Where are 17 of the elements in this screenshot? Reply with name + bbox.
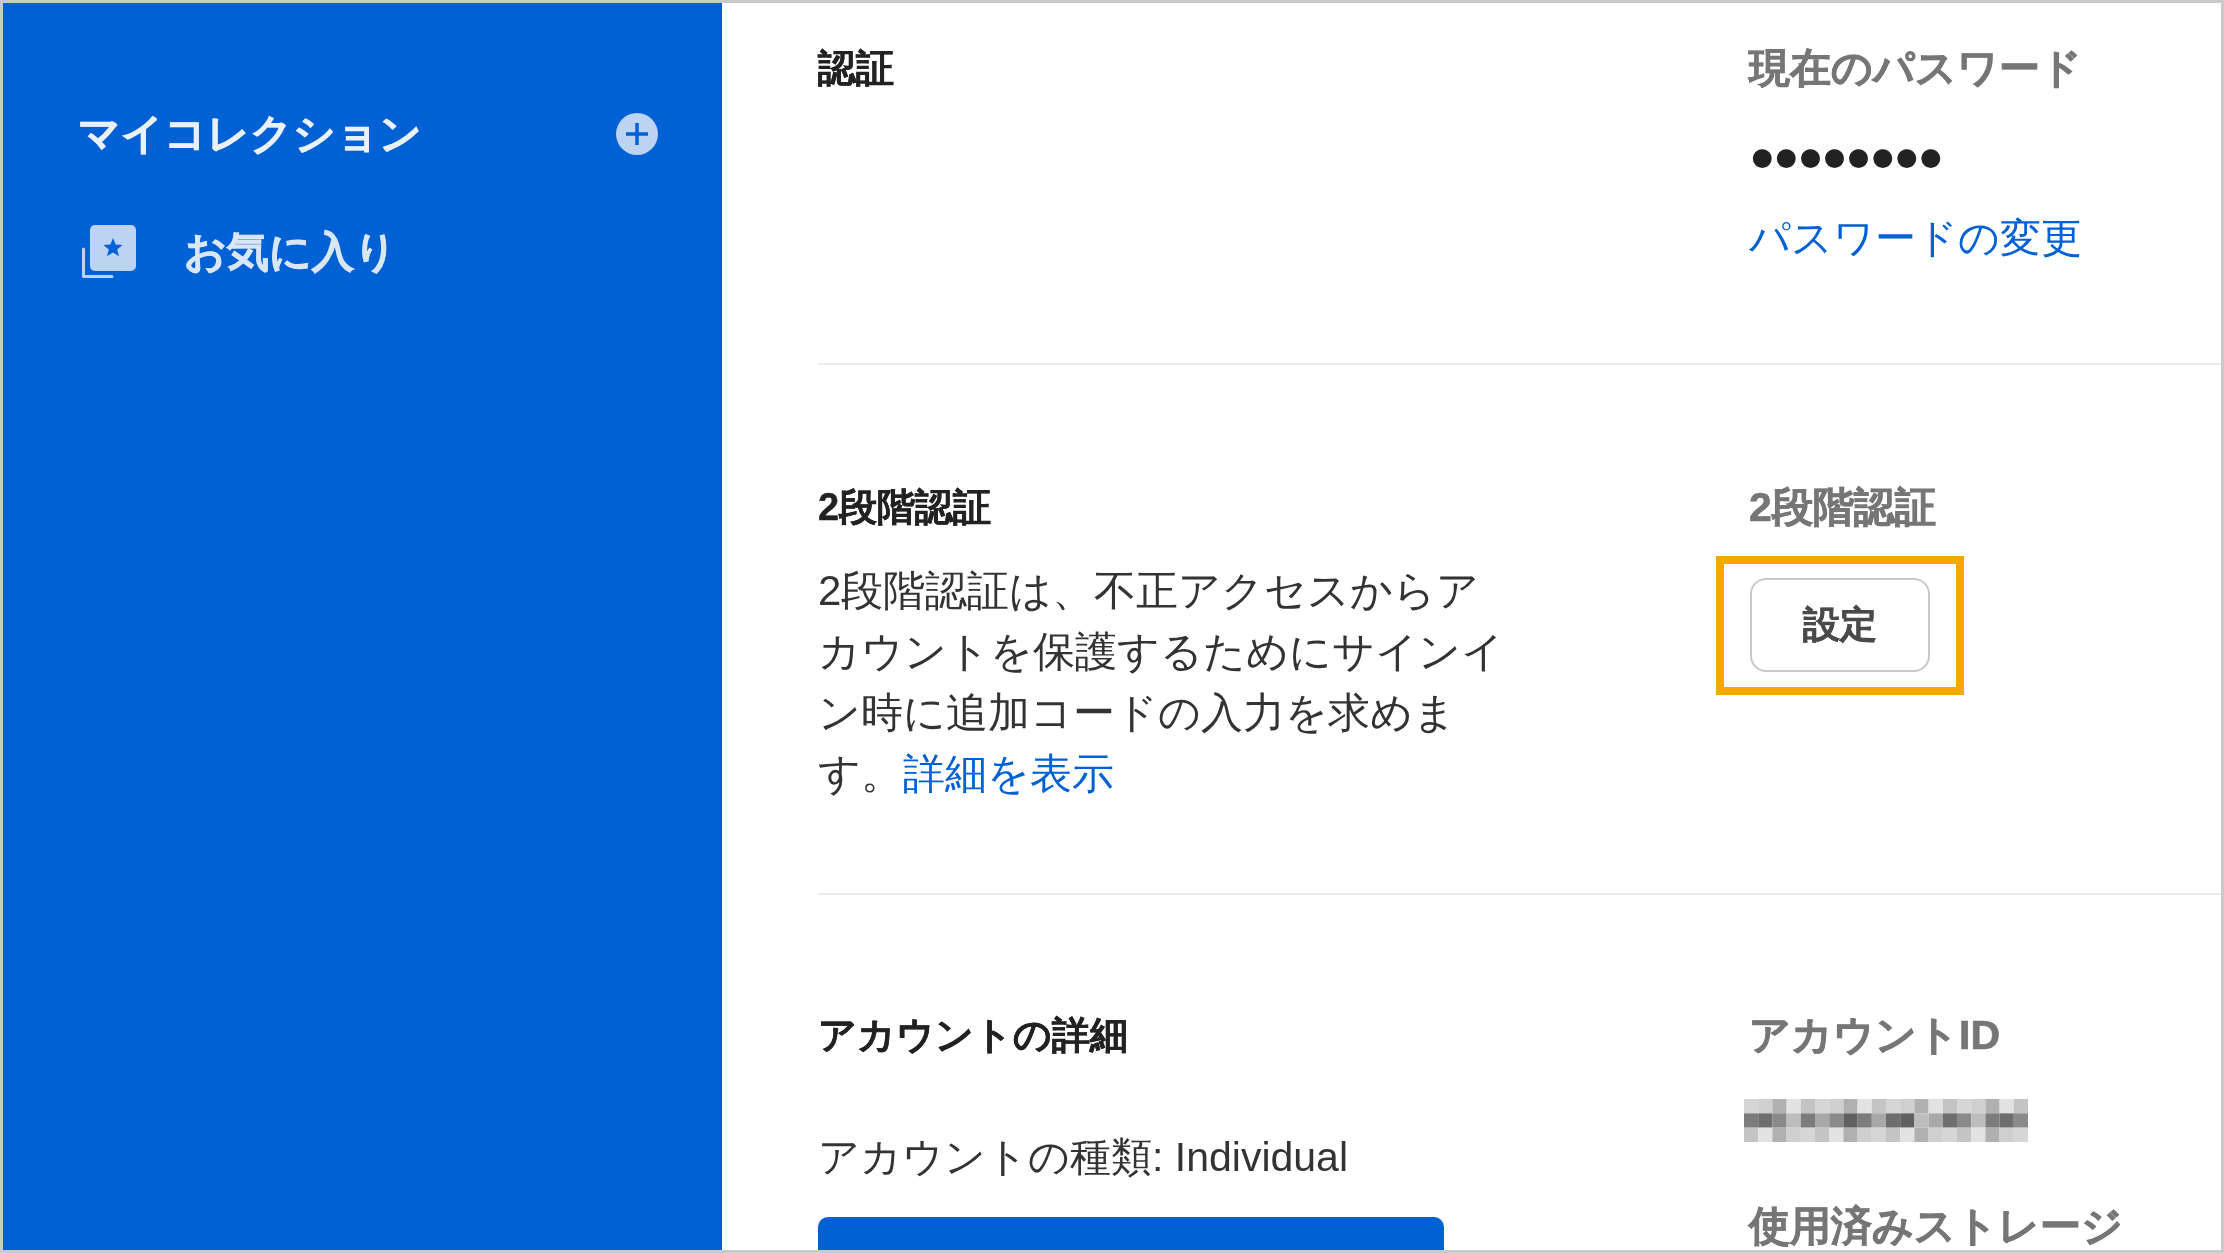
section-title: アカウントの詳細 bbox=[818, 1013, 1128, 1058]
field-label: 使用済みストレージ bbox=[1749, 1202, 2123, 1250]
settings-button[interactable]: 設定 bbox=[1750, 578, 1930, 672]
field-label: 2段階認証 bbox=[1749, 483, 1936, 531]
star-collection-icon bbox=[82, 225, 136, 278]
section-title: 認証 bbox=[818, 46, 894, 91]
field-label: アカウントID bbox=[1749, 1011, 2000, 1059]
sidebar-title: マイコレクション bbox=[78, 109, 422, 159]
change-password-link[interactable]: パスワードの変更 bbox=[1749, 213, 2082, 263]
sidebar-item[interactable]: お気に入り bbox=[78, 225, 397, 278]
section-title: 2段階認証 bbox=[818, 485, 992, 530]
details-link[interactable]: 詳細を表示 bbox=[903, 750, 1114, 797]
description-text: 2段階認証は、不正アクセスからアカウントを保護するためにサインイン時に追加コードの入力を求めます。詳細を表示 bbox=[818, 566, 1505, 799]
field-label: 現在のパスワード bbox=[1749, 44, 2082, 92]
account-type-text: アカウントの種類: Individual bbox=[818, 1133, 1348, 1181]
masked-password: ●●●●●●●● bbox=[1749, 136, 1942, 176]
add-icon[interactable] bbox=[616, 113, 658, 155]
